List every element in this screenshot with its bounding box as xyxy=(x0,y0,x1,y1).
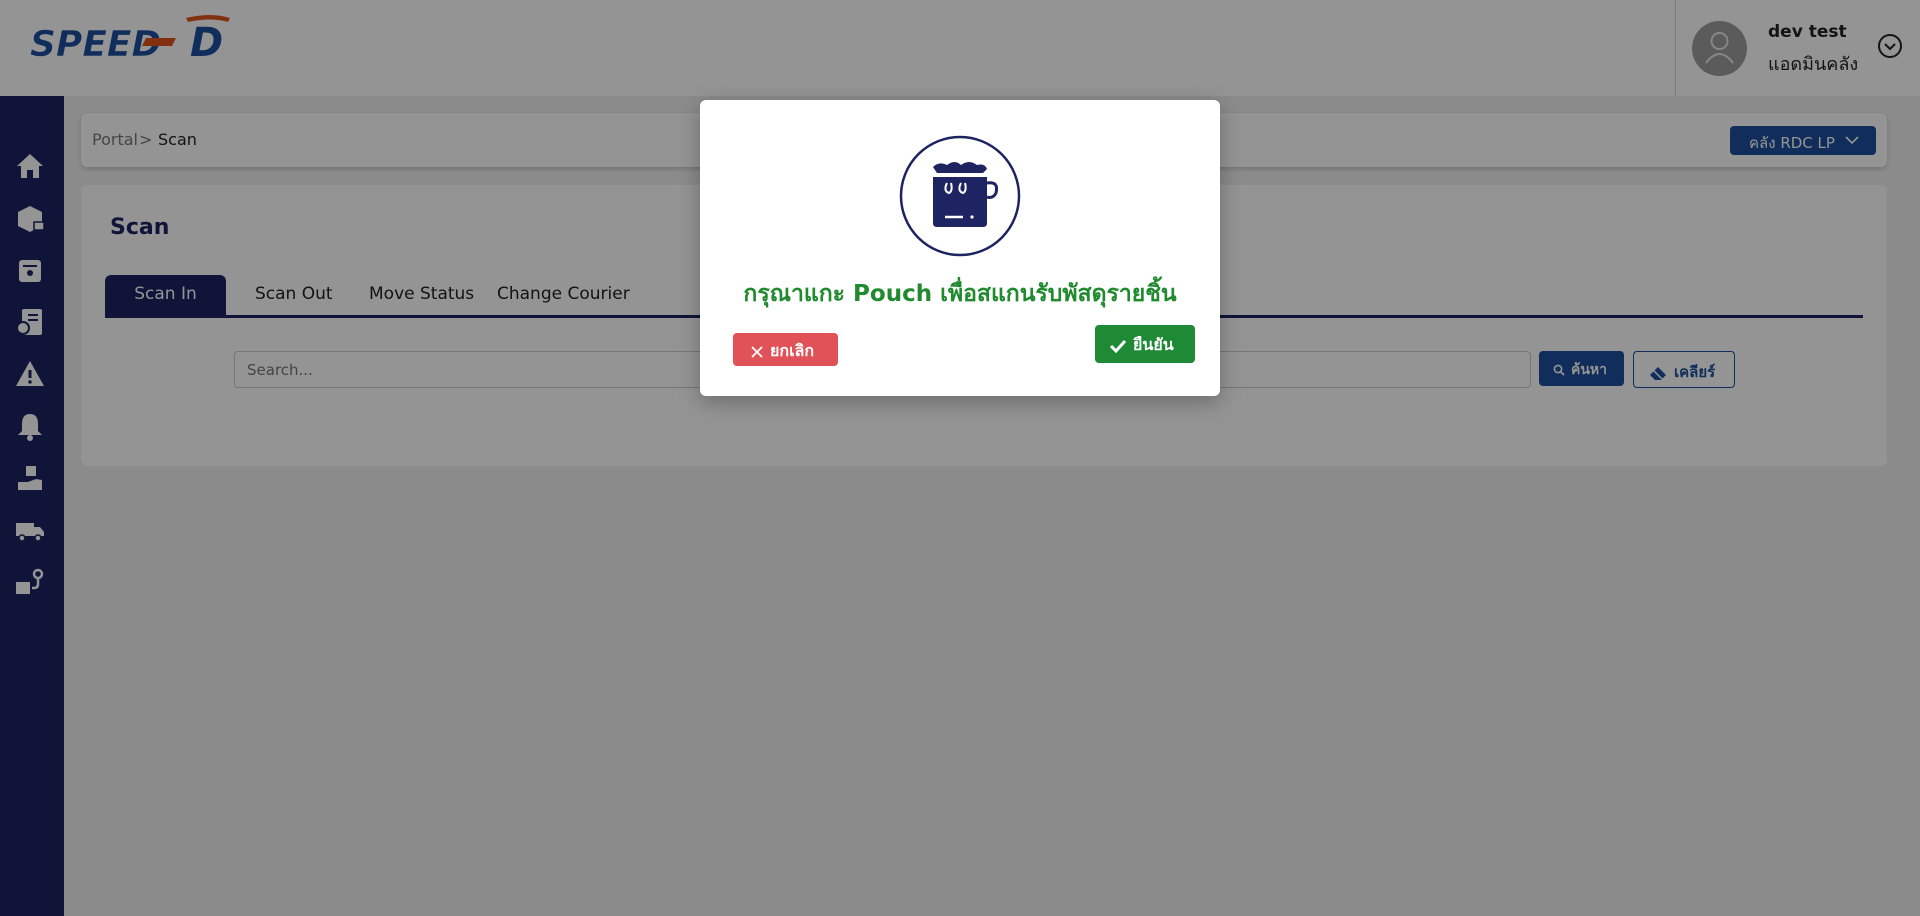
pouch-bag-icon xyxy=(899,135,1021,257)
confirm-button[interactable]: ยืนยัน xyxy=(1095,325,1195,363)
close-icon xyxy=(751,345,763,358)
confirm-dialog: กรุณาแกะ Pouch เพื่อสแกนรับพัสดุรายชิ้น … xyxy=(700,100,1220,396)
confirm-button-label: ยืนยัน xyxy=(1133,335,1174,354)
cancel-button[interactable]: ยกเลิก xyxy=(733,333,838,366)
cancel-button-label: ยกเลิก xyxy=(770,341,815,360)
check-icon xyxy=(1109,339,1127,353)
modal-message: กรุณาแกะ Pouch เพื่อสแกนรับพัสดุรายชิ้น xyxy=(743,281,1177,307)
